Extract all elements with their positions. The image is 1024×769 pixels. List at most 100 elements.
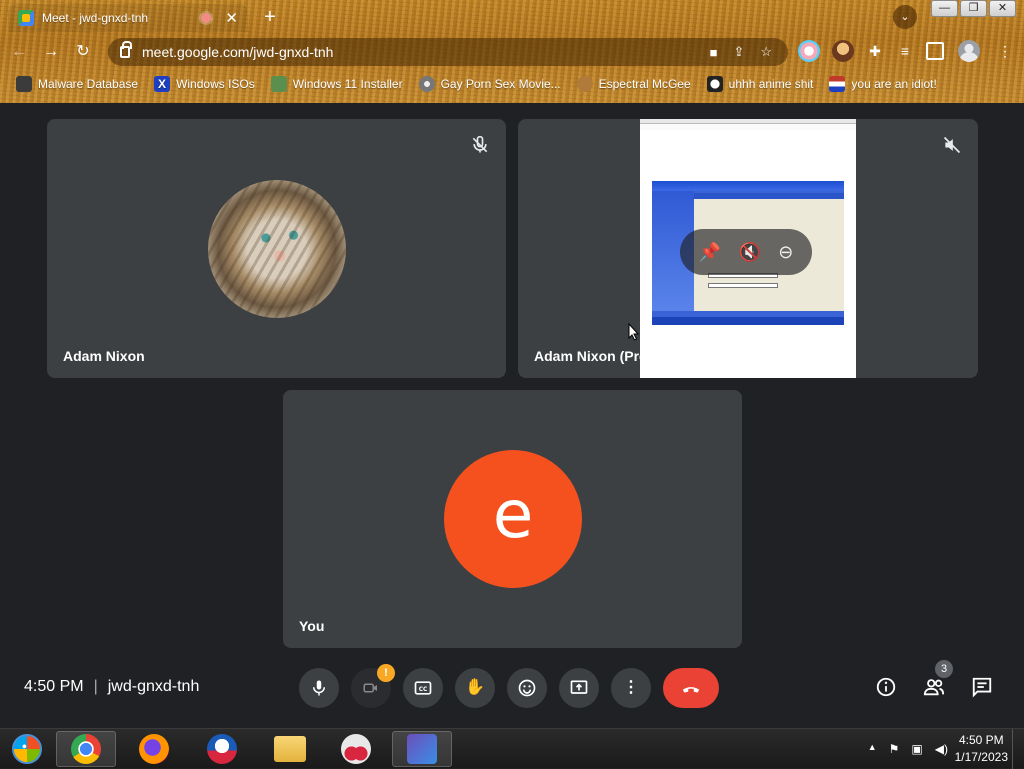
participant-name: Adam Nixon bbox=[63, 348, 145, 364]
close-window-button[interactable]: ✕ bbox=[989, 0, 1016, 17]
taskbar-firefox[interactable] bbox=[124, 731, 184, 767]
more-vert-icon: ⋮ bbox=[623, 679, 639, 696]
chrome-icon bbox=[71, 734, 101, 764]
lock-icon[interactable] bbox=[120, 41, 132, 58]
present-icon bbox=[570, 680, 588, 694]
browser-chrome: Meet - jwd-gnxd-tnh ✕ + ⌄ — ❐ ✕ ← → ↻ me… bbox=[0, 0, 1024, 103]
chat-icon bbox=[972, 677, 992, 698]
raise-hand-button[interactable]: ✋ bbox=[455, 668, 495, 708]
bookmark-movie[interactable]: Gay Porn Sex Movie... bbox=[418, 76, 561, 92]
folder-icon bbox=[274, 736, 306, 762]
participant-tile-adam[interactable]: Adam Nixon bbox=[47, 119, 506, 378]
camera-off-icon bbox=[363, 683, 377, 693]
new-tab-button[interactable]: + bbox=[258, 6, 282, 30]
clock-time: 4:50 PM bbox=[958, 733, 1004, 747]
restore-button[interactable]: ❐ bbox=[960, 0, 987, 17]
hand-icon: ✋ bbox=[465, 679, 485, 696]
self-avatar: e bbox=[444, 450, 582, 588]
volume-icon[interactable]: ◀) bbox=[935, 742, 948, 756]
people-button[interactable] bbox=[922, 676, 946, 700]
info-icon bbox=[876, 677, 896, 697]
network-icon[interactable]: ▣ bbox=[911, 742, 922, 756]
participant-name: Adam Nixon (Presentation) bbox=[534, 348, 714, 364]
recording-indicator-icon bbox=[201, 13, 212, 23]
people-icon bbox=[923, 679, 945, 696]
anime-icon bbox=[706, 76, 723, 92]
back-button[interactable]: ← bbox=[6, 39, 32, 65]
bookmark-star-icon[interactable]: ☆ bbox=[760, 44, 772, 60]
reactions-button[interactable] bbox=[507, 668, 547, 708]
profile-avatar-icon[interactable] bbox=[958, 40, 980, 62]
start-orb-icon bbox=[12, 734, 42, 764]
forward-button[interactable]: → bbox=[38, 39, 64, 65]
present-screen-button[interactable] bbox=[559, 668, 599, 708]
tab-search-button[interactable]: ⌄ bbox=[893, 5, 917, 29]
bookmark-espectral-mcgee[interactable]: Espectral McGee bbox=[576, 76, 691, 92]
more-options-button[interactable]: ⋮ bbox=[611, 668, 651, 708]
participant-tile-self[interactable]: e You bbox=[283, 390, 742, 648]
tab-title: Meet - jwd-gnxd-tnh bbox=[42, 11, 149, 25]
disc-icon bbox=[418, 76, 435, 92]
taskbar-obama[interactable] bbox=[192, 731, 252, 767]
participant-tile-presentation[interactable]: 📌 🔇 ⊖ Adam Nixon (Presentation) bbox=[518, 119, 978, 378]
taskbar-chrome[interactable] bbox=[56, 731, 116, 767]
firefox-icon bbox=[139, 734, 169, 764]
mic-muted-icon bbox=[472, 135, 488, 153]
tray-expand-icon[interactable]: ▲ bbox=[868, 742, 877, 756]
browser-menu-icon[interactable]: ⋮ bbox=[994, 40, 1016, 62]
obama-logo-icon bbox=[207, 734, 237, 764]
mouse-cursor-icon bbox=[628, 323, 640, 341]
microphone-button[interactable] bbox=[299, 668, 339, 708]
taskbar-meeting-app[interactable] bbox=[392, 731, 452, 767]
chat-button[interactable] bbox=[970, 676, 994, 700]
bookmark-windows-isos[interactable]: X Windows ISOs bbox=[154, 76, 255, 92]
reload-button[interactable]: ↻ bbox=[70, 39, 96, 65]
minimize-button[interactable]: — bbox=[931, 0, 958, 17]
share-icon[interactable]: ⇪ bbox=[733, 44, 744, 60]
taskbar-file-explorer[interactable] bbox=[260, 731, 320, 767]
tile-hover-controls: 📌 🔇 ⊖ bbox=[680, 229, 812, 275]
meeting-details: 4:50 PM | jwd-gnxd-tnh bbox=[24, 678, 199, 696]
tab-close-icon[interactable]: ✕ bbox=[225, 9, 238, 27]
flag-icon bbox=[829, 76, 846, 92]
browser-toolbar: ← → ↻ meet.google.com/jwd-gnxd-tnh ■ ⇪ ☆… bbox=[0, 36, 1024, 68]
start-button[interactable] bbox=[0, 731, 54, 767]
participant-avatar-cat bbox=[208, 180, 346, 318]
meet-favicon-icon bbox=[18, 10, 34, 26]
side-panel-icon[interactable] bbox=[926, 42, 944, 60]
meeting-info-button[interactable] bbox=[874, 676, 898, 700]
url-text[interactable]: meet.google.com/jwd-gnxd-tnh bbox=[142, 44, 710, 60]
windows-taskbar: ▲ ⚑ ▣ ◀) 4:50 PM 1/17/2023 bbox=[0, 728, 1024, 769]
media-control-icon[interactable]: ≡ bbox=[894, 40, 916, 62]
window-controls: — ❐ ✕ bbox=[931, 0, 1016, 17]
bookmark-anime[interactable]: uhhh anime shit bbox=[706, 76, 813, 92]
svg-text:CC: CC bbox=[419, 687, 428, 693]
address-bar[interactable]: meet.google.com/jwd-gnxd-tnh ■ ⇪ ☆ bbox=[108, 38, 788, 66]
x-icon: X bbox=[154, 76, 171, 92]
face-icon bbox=[576, 76, 593, 92]
camera-in-use-icon[interactable]: ■ bbox=[710, 45, 718, 60]
extensions-puzzle-icon[interactable]: ✚ bbox=[864, 40, 886, 62]
microphone-icon bbox=[313, 680, 325, 696]
bookmark-you-are-an-idiot[interactable]: you are an idiot! bbox=[829, 76, 937, 92]
show-desktop-button[interactable] bbox=[1012, 729, 1024, 769]
meet-stage: Adam Nixon 📌 🔇 ⊖ Adam Nixon (Presentatio… bbox=[0, 103, 1024, 728]
skull-icon bbox=[16, 76, 32, 92]
captions-button[interactable]: CC bbox=[403, 668, 443, 708]
camera-button[interactable] bbox=[351, 664, 395, 708]
leave-call-button[interactable] bbox=[663, 668, 719, 708]
meeting-code: jwd-gnxd-tnh bbox=[107, 678, 200, 695]
taskbar-clock[interactable]: 4:50 PM 1/17/2023 bbox=[955, 732, 1008, 766]
extension-flag-icon[interactable] bbox=[798, 40, 820, 62]
remove-icon[interactable]: ⊖ bbox=[778, 242, 793, 263]
bookmark-windows-11-installer[interactable]: Windows 11 Installer bbox=[270, 76, 403, 92]
bookmark-malware-database[interactable]: Malware Database bbox=[16, 76, 138, 92]
hang-up-icon bbox=[682, 687, 700, 693]
mute-for-you-icon[interactable]: 🔇 bbox=[738, 242, 760, 263]
pin-icon[interactable]: 📌 bbox=[699, 242, 721, 263]
taskbar-snipping-tool[interactable] bbox=[326, 731, 386, 767]
action-center-flag-icon[interactable]: ⚑ bbox=[889, 742, 900, 756]
extension-avatar-icon[interactable] bbox=[832, 40, 854, 62]
clock-date: 1/17/2023 bbox=[954, 750, 1008, 764]
browser-tab[interactable]: Meet - jwd-gnxd-tnh ✕ bbox=[8, 4, 248, 32]
